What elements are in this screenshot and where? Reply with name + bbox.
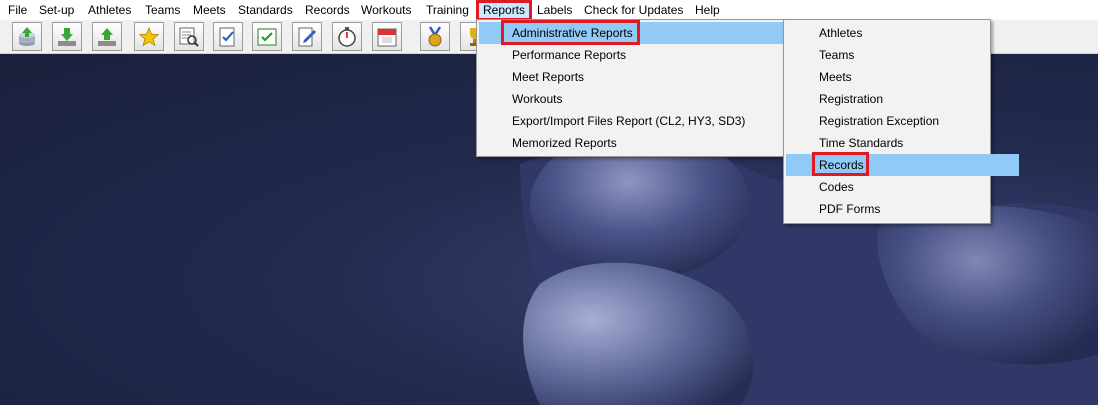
administrative-reports-submenu: Athletes Teams Meets Registration Regist… [783,19,1019,224]
stopwatch-button[interactable] [332,22,362,51]
calendar-icon [377,28,397,46]
export-icon [98,27,116,46]
stopwatch-icon [338,26,356,47]
document-edit-icon [298,27,316,46]
menu-workouts[interactable]: Workouts [357,0,415,20]
menu-records[interactable]: Records [301,0,354,20]
menu-standards[interactable]: Standards [234,0,297,20]
reports-menu: Administrative Reports › Performance Rep… [476,19,818,157]
menu-teams[interactable]: Teams [141,0,184,20]
medal-button[interactable] [420,22,450,51]
menu-item-label: Meet Reports [512,70,585,84]
submenu-item-pdf-forms[interactable]: PDF Forms [786,198,1019,220]
menu-item-workouts[interactable]: Workouts › [479,88,818,110]
star-button[interactable] [134,22,164,51]
export-button[interactable] [92,22,122,51]
submenu-item-records[interactable]: Records [786,154,1019,176]
submenu-item-registration[interactable]: Registration [786,88,1019,110]
submenu-item-time-standards[interactable]: Time Standards [786,132,1019,154]
submenu-item-meets[interactable]: Meets [786,66,1019,88]
download-button[interactable] [52,22,82,51]
menu-item-label: Workouts [512,92,563,106]
menu-item-label: Memorized Reports [512,136,617,150]
menu-item-export-import-files-report[interactable]: Export/Import Files Report (CL2, HY3, SD… [479,110,818,132]
checked-calendar-icon [257,28,277,45]
submenu-item-teams[interactable]: Teams [786,44,1019,66]
menu-check-for-updates[interactable]: Check for Updates [580,0,687,20]
search-list-icon [179,27,199,47]
menu-training[interactable]: Training [422,0,473,20]
menu-item-administrative-reports[interactable]: Administrative Reports › [479,22,818,44]
submenu-item-codes[interactable]: Codes [786,176,1019,198]
medal-icon [428,25,442,46]
menu-meets[interactable]: Meets [189,0,230,20]
menu-item-memorized-reports[interactable]: Memorized Reports [479,132,818,154]
menu-bar: File Set-up Athletes Teams Meets Standar… [0,0,1098,20]
menu-athletes[interactable]: Athletes [84,0,135,20]
submenu-item-registration-exception[interactable]: Registration Exception [786,110,1019,132]
menu-help[interactable]: Help [691,0,724,20]
document-edit-button[interactable] [292,22,322,51]
download-icon [58,27,76,46]
calendar-button[interactable] [372,22,402,51]
database-upload-icon [19,26,35,46]
checked-calendar-button[interactable] [252,22,282,51]
search-list-button[interactable] [174,22,204,51]
menu-labels[interactable]: Labels [533,0,576,20]
star-icon [138,26,160,46]
menu-item-label: Export/Import Files Report (CL2, HY3, SD… [512,114,746,128]
menu-setup[interactable]: Set-up [35,0,78,20]
menu-item-label: Performance Reports [512,48,627,62]
menu-item-meet-reports[interactable]: Meet Reports › [479,66,818,88]
checklist-button[interactable] [213,22,243,51]
menu-file[interactable]: File [4,0,31,20]
menu-item-performance-reports[interactable]: Performance Reports › [479,44,818,66]
menu-item-label: Administrative Reports [512,26,633,40]
checklist-icon [219,27,235,46]
menu-reports[interactable]: Reports [479,0,530,20]
database-upload-button[interactable] [12,22,42,51]
submenu-item-athletes[interactable]: Athletes [786,22,1019,44]
